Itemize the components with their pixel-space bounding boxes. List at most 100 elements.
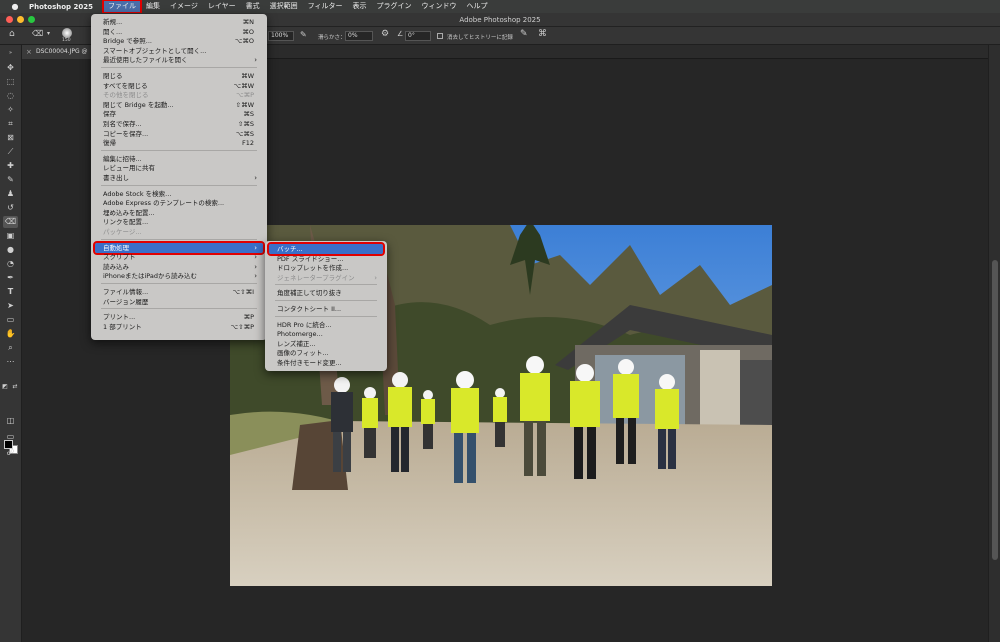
automate-item[interactable]: ドロップレットを作成... (269, 263, 383, 273)
menu-view[interactable]: 表示 (348, 0, 372, 13)
menu-plugins[interactable]: プラグイン (372, 0, 417, 13)
healing-brush-icon[interactable]: ✚ (3, 160, 18, 172)
panel-collapse-icon[interactable]: » (3, 47, 18, 59)
home-icon[interactable]: ⌂ (9, 29, 15, 39)
automate-item[interactable]: HDR Pro に統合... (269, 320, 383, 330)
automate-item[interactable]: 条件付きモード変更... (269, 358, 383, 368)
file-menu-item[interactable]: プリント... ⌘P (95, 312, 263, 322)
file-menu-item[interactable]: iPhoneまたはiPadから読み込む › (95, 271, 263, 281)
automate-item[interactable]: バッチ... (267, 242, 385, 256)
menu-select[interactable]: 選択範囲 (265, 0, 303, 13)
menu-file[interactable]: ファイル (101, 0, 142, 14)
default-colors-icon[interactable]: ◩ (1, 381, 9, 393)
menu-edit[interactable]: 編集 (141, 0, 165, 13)
pen-tool-icon[interactable]: ✒ (3, 272, 18, 284)
file-menu-item[interactable]: 閉じる ⌘W (95, 71, 263, 81)
file-menu-item[interactable]: 開く... ⌘O (95, 27, 263, 37)
automate-submenu: バッチ... PDF スライドショー... ドロップレットを作成... ジェネレーター… (265, 241, 387, 371)
opacity-field[interactable]: 100% (268, 31, 294, 41)
brush-tool-icon[interactable]: ✎ (3, 174, 18, 186)
file-menu-item[interactable]: 1 部プリント ⌥⇧⌘P (95, 322, 263, 332)
menu-type[interactable]: 書式 (241, 0, 265, 13)
hand-tool-icon[interactable]: ✋ (3, 328, 18, 340)
file-menu-item[interactable]: 新規... ⌘N (95, 17, 263, 27)
zoom-tool-icon[interactable]: ⌕ (3, 342, 18, 354)
file-menu-separator (101, 283, 257, 284)
brush-preview-icon[interactable] (62, 28, 72, 38)
file-menu-item[interactable]: Bridge で参照... ⌥⌘O (95, 36, 263, 46)
crop-tool-icon[interactable]: ⌗ (3, 118, 18, 130)
blur-tool-icon[interactable]: ● (3, 244, 18, 256)
file-menu-item[interactable]: Adobe Express のテンプレートの検索... (95, 198, 263, 208)
menu-image[interactable]: イメージ (165, 0, 203, 13)
file-menu-item[interactable]: 閉じて Bridge を起動... ⇧⌘W (95, 100, 263, 110)
apple-icon[interactable]: ● (9, 2, 21, 11)
clone-stamp-icon[interactable]: ♟ (3, 188, 18, 200)
file-menu-item[interactable]: 書き出し › (95, 173, 263, 183)
magic-wand-icon[interactable]: ✧ (3, 104, 18, 116)
file-menu-item[interactable]: リンクを配置... (95, 217, 263, 227)
move-tool-icon[interactable]: ✥ (3, 62, 18, 74)
menu-help[interactable]: ヘルプ (462, 0, 493, 13)
symmetry-icon[interactable]: ⌘ (538, 29, 547, 39)
automate-item[interactable]: コンタクトシート II... (269, 304, 383, 314)
document-tab[interactable]: × DSC00004.JPG @ (22, 45, 102, 59)
file-menu-item-label: パッケージ... (103, 228, 142, 236)
menu-filter[interactable]: フィルター (303, 0, 348, 13)
type-tool-icon[interactable]: T (3, 286, 18, 298)
history-checkbox[interactable] (437, 33, 443, 39)
app-menu[interactable]: Photoshop 2025 (29, 3, 93, 11)
angle-field[interactable]: 0° (405, 31, 431, 41)
file-menu-item[interactable]: バージョン履歴 (95, 297, 263, 307)
gear-icon[interactable]: ⚙ (381, 29, 389, 39)
eyedropper-icon[interactable]: ⟋ (3, 146, 18, 158)
history-brush-icon[interactable]: ↺ (3, 202, 18, 214)
menu-window[interactable]: ウィンドウ (417, 0, 462, 13)
automate-item[interactable]: レンズ補正... (269, 339, 383, 349)
swap-colors-icon[interactable]: ⇄ (11, 381, 19, 393)
automate-item[interactable]: 画像のフィット... (269, 348, 383, 358)
marquee-tool-icon[interactable]: ⬚ (3, 76, 18, 88)
menu-layer[interactable]: レイヤー (203, 0, 241, 13)
file-menu-item[interactable]: 埋め込みを配置... (95, 208, 263, 218)
file-menu-item[interactable]: ファイル情報... ⌥⇧⌘I (95, 287, 263, 297)
smoothing-label: 滑らかさ： (318, 35, 346, 41)
path-select-icon[interactable]: ➤ (3, 300, 18, 312)
file-menu-item[interactable]: 復帰 F12 (95, 138, 263, 148)
foreground-color-swatch[interactable] (4, 440, 13, 449)
frame-tool-icon[interactable]: ⊠ (3, 132, 18, 144)
file-menu-item[interactable]: 最近使用したファイルを開く › (95, 55, 263, 65)
automate-item[interactable]: PDF スライドショー... (269, 254, 383, 264)
gradient-tool-icon[interactable]: ▣ (3, 230, 18, 242)
close-tab-icon[interactable]: × (26, 45, 32, 59)
more-tools-icon[interactable]: ⋯ (3, 356, 18, 368)
chevron-down-icon[interactable]: ▾ (47, 30, 50, 37)
file-menu-item[interactable]: Adobe Stock を検索... (95, 189, 263, 199)
file-menu-item[interactable]: スマートオブジェクトとして開く... (95, 46, 263, 56)
file-menu-item[interactable]: 別名で保存... ⇧⌘S (95, 119, 263, 129)
file-menu-item[interactable]: 保存 ⌘S (95, 109, 263, 119)
vertical-scrollbar[interactable] (992, 260, 998, 560)
dodge-tool-icon[interactable]: ◔ (3, 258, 18, 270)
quick-mask-icon[interactable]: ◫ (3, 415, 18, 427)
eraser-tool-icon[interactable]: ⌫ (3, 216, 18, 228)
automate-item[interactable]: Photomerge... (269, 329, 383, 339)
close-window-button[interactable] (6, 16, 13, 23)
zoom-window-button[interactable] (28, 16, 35, 23)
file-menu-item[interactable]: すべてを閉じる ⌥⌘W (95, 81, 263, 91)
automate-item[interactable]: 角度補正して切り抜き (269, 288, 383, 298)
pressure-size-icon[interactable]: ✎ (520, 29, 528, 39)
smoothing-field[interactable]: 0% (345, 31, 373, 41)
eraser-preset-icon[interactable]: ⌫ (32, 29, 43, 38)
file-menu-item[interactable]: レビュー用に共有 (95, 163, 263, 173)
file-menu-item[interactable]: スクリプト › (95, 252, 263, 262)
file-menu-item[interactable]: 読み込み › (95, 262, 263, 272)
file-menu-item[interactable]: 自動処理 › (93, 240, 265, 255)
pressure-opacity-icon[interactable]: ✎ (300, 30, 307, 39)
lasso-tool-icon[interactable]: ◌ (3, 90, 18, 102)
file-menu-item[interactable]: 編集に招待... (95, 154, 263, 164)
minimize-window-button[interactable] (17, 16, 24, 23)
automate-item-label: HDR Pro に統合... (277, 320, 332, 329)
shape-tool-icon[interactable]: ▭ (3, 314, 18, 326)
file-menu-item[interactable]: コピーを保存... ⌥⌘S (95, 129, 263, 139)
